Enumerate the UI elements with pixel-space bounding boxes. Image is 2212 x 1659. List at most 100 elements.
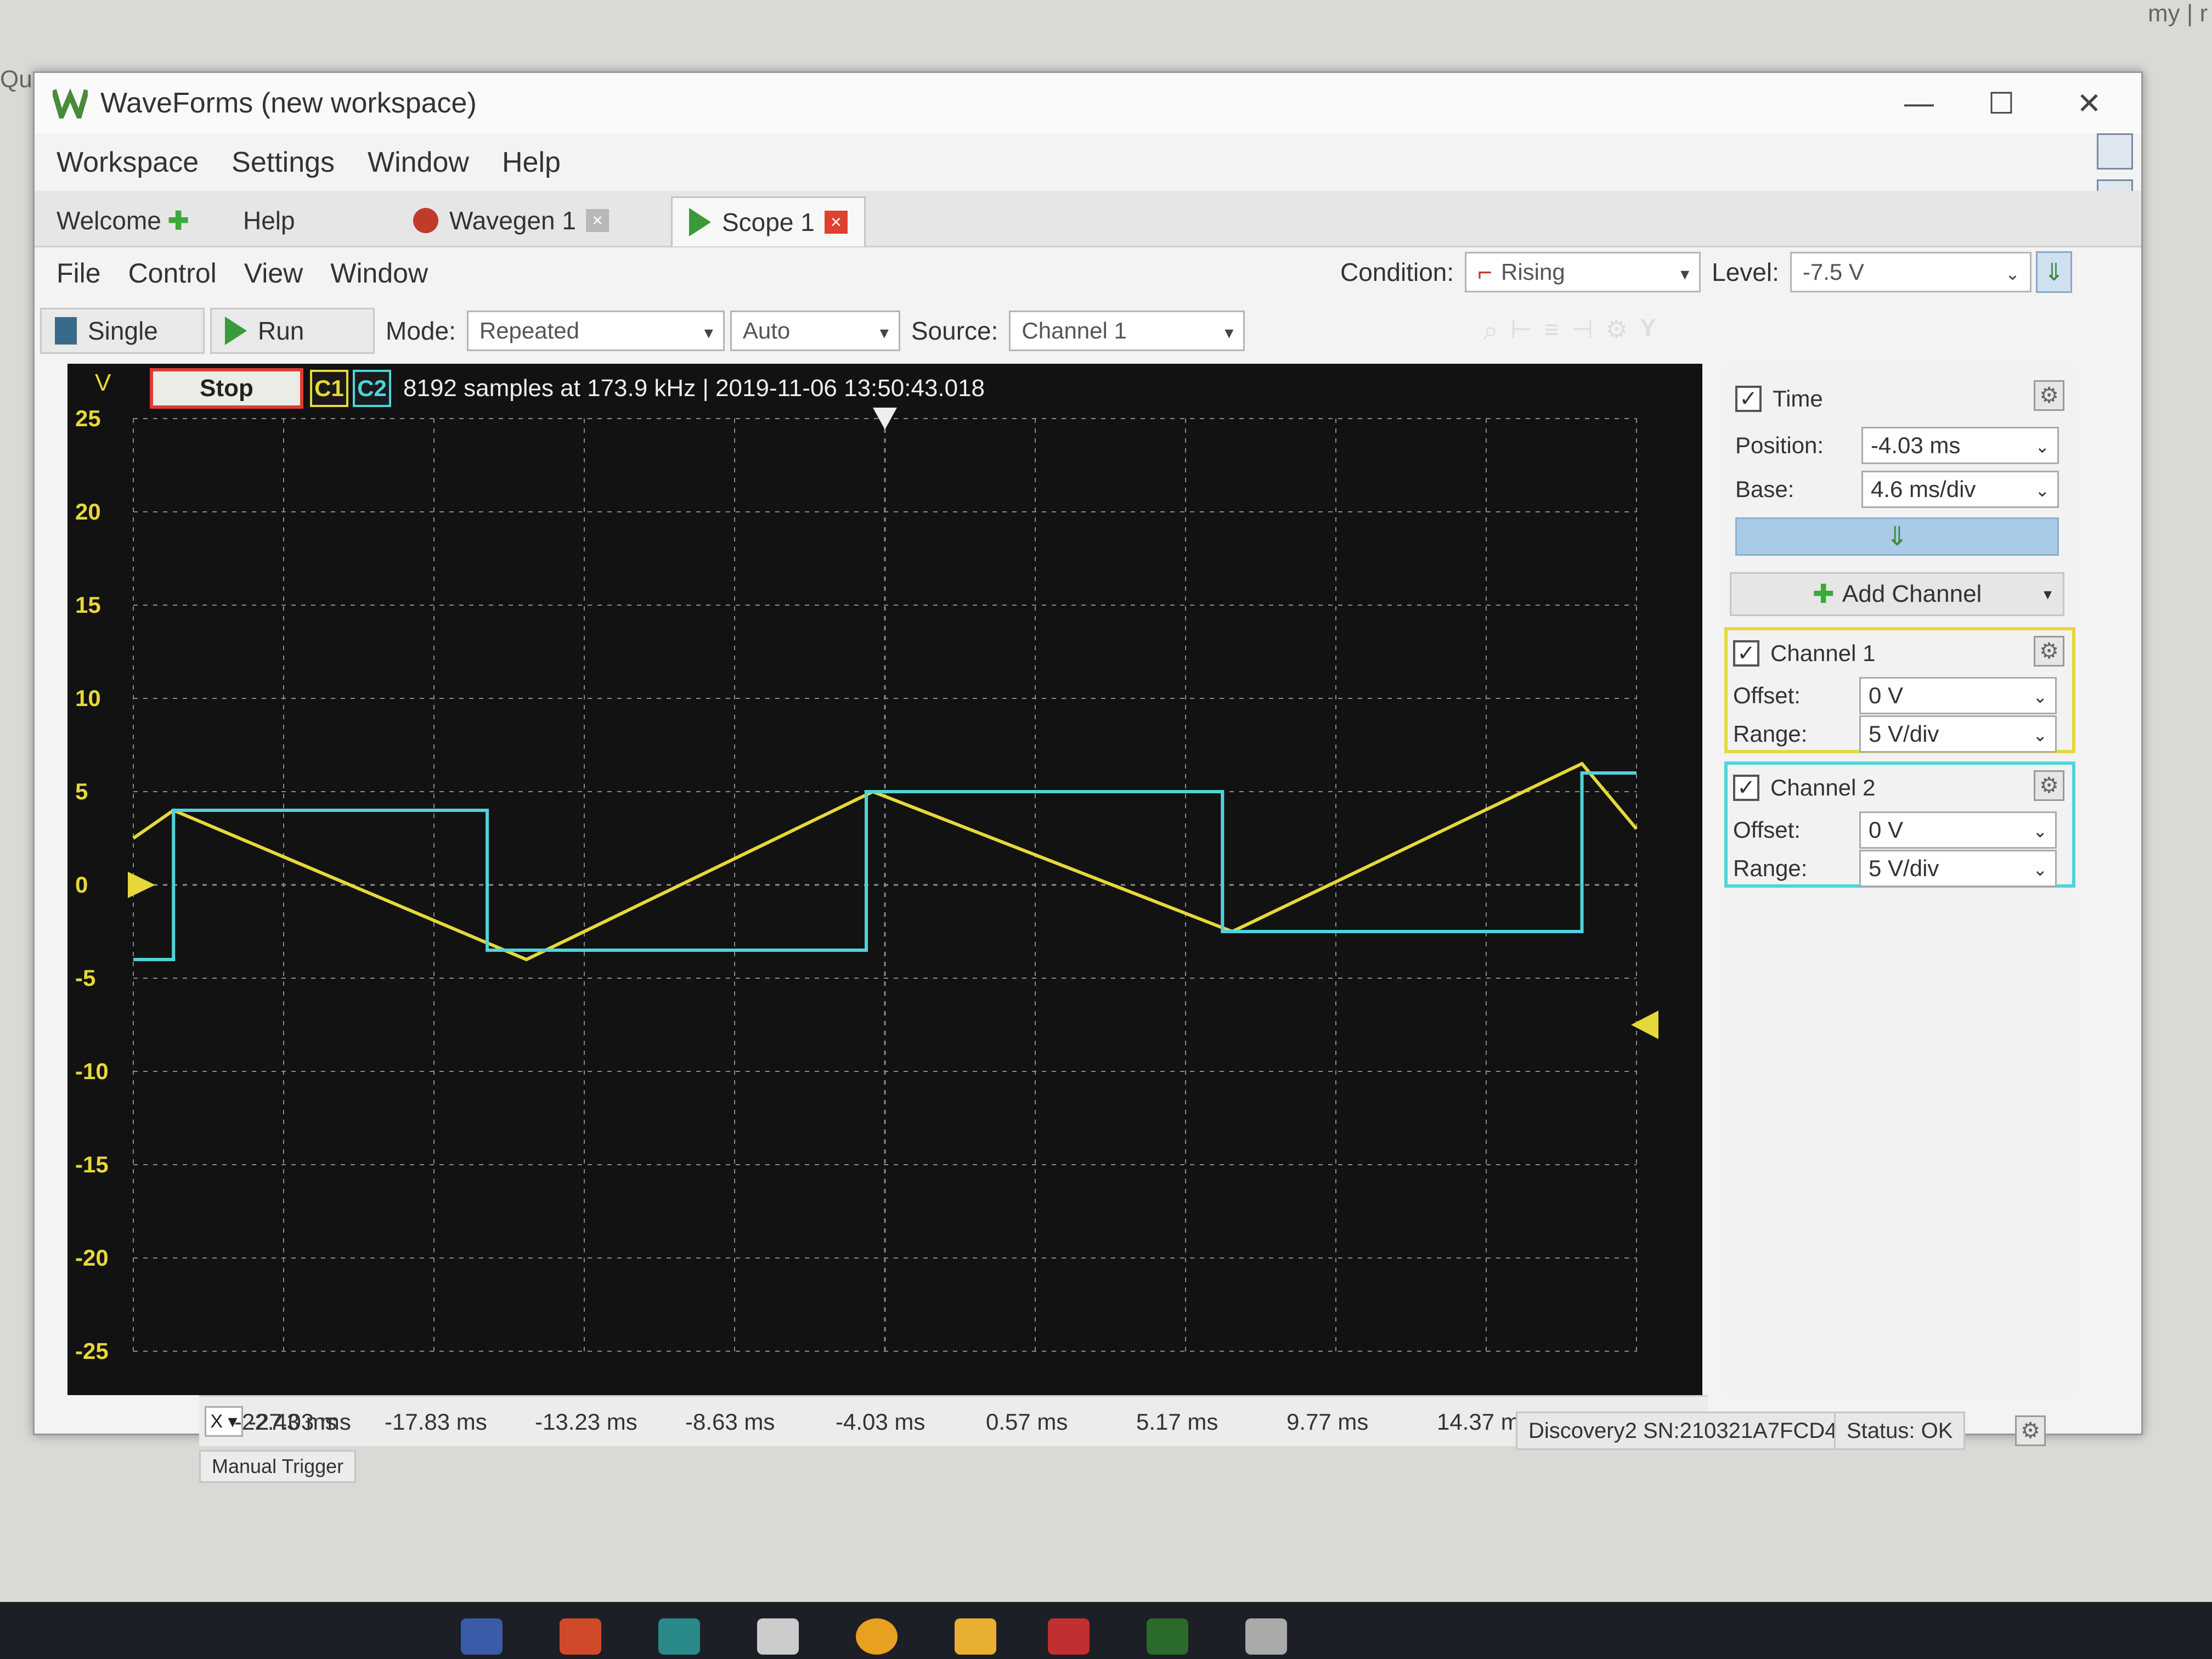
channel1-panel: ✓ Channel 1 ⚙ Offset: 0 V ⌄ Range: 5 V/d… [1724,627,2075,753]
channel1-gear-icon[interactable]: ⚙ [2034,636,2064,667]
channel1-offset-label: Offset: [1733,682,1801,708]
run-label: Run [258,317,304,345]
add-channel-caret-icon: ▾ [2043,585,2052,603]
level-value: -7.5 V [1802,259,1864,285]
menu-workspace[interactable]: Workspace [57,146,199,179]
channel2-offset-dropdown[interactable]: 0 V ⌄ [1859,811,2057,849]
title-bar: WaveForms (new workspace) — ☐ ✕ [35,73,2141,133]
source-dropdown[interactable]: Channel 1 ▾ [1009,311,1245,351]
zoom-icon[interactable]: ⌕ [1483,314,1498,347]
add-channel-button[interactable]: ✚ Add Channel ▾ [1730,572,2064,616]
time-label: Time [1773,386,1823,411]
time-checkbox[interactable]: ✓ [1735,386,1762,412]
taskbar-mail-icon[interactable] [757,1618,799,1655]
level-down-arrow-icon[interactable]: ⇓ [2035,251,2072,293]
maximize-button[interactable]: ☐ [1960,73,2042,133]
menu-help[interactable]: Help [502,146,561,179]
tab-bar: Welcome ✚ Help Wavegen 1 × Scope 1 × [35,191,2141,247]
plot-settings-gear-icon[interactable]: ⚙ [1605,314,1628,347]
channel2-checkbox[interactable]: ✓ [1733,775,1759,801]
y-axis-button[interactable]: Y [1640,314,1656,347]
channel2-range-dropdown[interactable]: 5 V/div ⌄ [1859,850,2057,887]
taskbar-store-icon[interactable] [560,1618,601,1655]
y-tick-label: -25 [75,1338,109,1364]
windows-taskbar [0,1602,2212,1659]
add-channel-label: Add Channel [1842,580,1982,607]
manual-trigger-button[interactable]: Manual Trigger [199,1450,357,1483]
channel1-range-dropdown[interactable]: 5 V/div ⌄ [1859,715,2057,753]
level-caret-icon: ⌄ [2005,264,2020,284]
channel2-offset-label: Offset: [1733,817,1801,843]
time-settings-gear-icon[interactable]: ⚙ [2034,380,2064,411]
trigger-auto-dropdown[interactable]: Auto ▾ [730,311,900,351]
base-value: 4.6 ms/div [1871,476,1976,502]
minimize-button[interactable]: — [1878,73,1960,133]
close-window-button[interactable]: ✕ [2048,73,2130,133]
scope-menu: File Control View Window [35,249,433,298]
channel2-offset-caret-icon: ⌄ [2033,821,2047,841]
source-label: Source: [911,317,998,345]
menu-control[interactable]: Control [128,257,217,289]
scope-toolbar: Single Run Mode: Repeated ▾ Auto ▾ Sourc… [35,303,1245,358]
status-gear-icon[interactable]: ⚙ [2015,1415,2046,1446]
run-button[interactable]: Run [210,308,375,354]
tab-scope[interactable]: Scope 1 × [671,196,866,246]
taskbar-folder-icon[interactable] [955,1618,996,1655]
cursor-right-icon[interactable]: ⊣ [1571,314,1593,347]
background-page-text-left: Qu [0,66,32,93]
tab-wavegen[interactable]: Wavegen 1 × [413,196,609,245]
background-page-text-right: my | r [2148,0,2208,27]
time-header: ✓ Time [1735,386,1823,412]
taskbar-solidworks-icon[interactable] [1048,1618,1090,1655]
tab-wavegen-close-icon[interactable]: × [586,209,609,232]
dock-layout-icon[interactable] [2097,133,2133,170]
channel1-offset-marker[interactable] [128,872,155,898]
tab-scope-close-icon[interactable]: × [824,211,848,234]
menu-file[interactable]: File [57,257,101,289]
scope-plot-area[interactable]: Stop C1 C2 8192 samples at 173.9 kHz | 2… [67,364,1702,1395]
y-tick-label: 20 [75,499,101,524]
add-plus-icon[interactable]: ✚ [168,206,189,235]
position-dropdown[interactable]: -4.03 ms ⌄ [1861,427,2059,464]
position-label: Position: [1735,432,1824,458]
cursor-left-icon[interactable]: ⊢ [1510,314,1532,347]
condition-dropdown[interactable]: ⌐ Rising ▾ [1465,252,1701,292]
status-ok: Status: OK [1834,1412,1966,1450]
cursor-mid-icon[interactable]: ≡ [1544,314,1559,347]
mode-dropdown[interactable]: Repeated ▾ [466,311,725,351]
taskbar-waveforms-icon[interactable] [1147,1618,1188,1655]
menu-view[interactable]: View [244,257,303,289]
y-tick-label: 5 [75,778,88,804]
tab-welcome-label: Welcome [57,206,161,235]
channel1-checkbox[interactable]: ✓ [1733,640,1759,667]
channel1-offset-value: 0 V [1869,682,1904,708]
menu-window-scope[interactable]: Window [330,257,428,289]
channel2-header: ✓ Channel 2 [1733,775,1875,801]
menu-settings[interactable]: Settings [232,146,335,179]
base-dropdown[interactable]: 4.6 ms/div ⌄ [1861,471,2059,508]
tab-welcome[interactable]: Welcome ✚ [57,196,189,245]
rising-edge-icon: ⌐ [1477,258,1493,286]
source-caret-icon: ▾ [1224,323,1234,342]
channel2-range-label: Range: [1733,855,1808,881]
condition-caret-icon: ▾ [1680,264,1690,284]
taskbar-app-icon-1[interactable] [461,1618,503,1655]
menu-window[interactable]: Window [368,146,469,179]
taskbar-app-icon-9[interactable] [1245,1618,1287,1655]
y-tick-label: -10 [75,1058,109,1084]
level-dropdown[interactable]: -7.5 V ⌄ [1790,252,2032,292]
single-icon [55,317,77,345]
tab-help[interactable]: Help [243,196,295,245]
x-tick-label: -17.83 ms [385,1409,487,1435]
condition-value: Rising [1501,259,1565,285]
main-menu: Workspace Settings Window Help [35,136,572,188]
taskbar-infinity-icon[interactable] [658,1618,700,1655]
channel2-gear-icon[interactable]: ⚙ [2034,770,2064,801]
channel1-offset-dropdown[interactable]: 0 V ⌄ [1859,677,2057,714]
mode-label: Mode: [386,317,456,345]
single-button[interactable]: Single [40,308,205,354]
trigger-level-marker[interactable] [1631,1011,1658,1039]
taskbar-chrome-icon[interactable] [856,1618,898,1655]
apply-time-arrow-icon[interactable]: ⇓ [1735,517,2059,556]
y-tick-label: 10 [75,685,101,711]
